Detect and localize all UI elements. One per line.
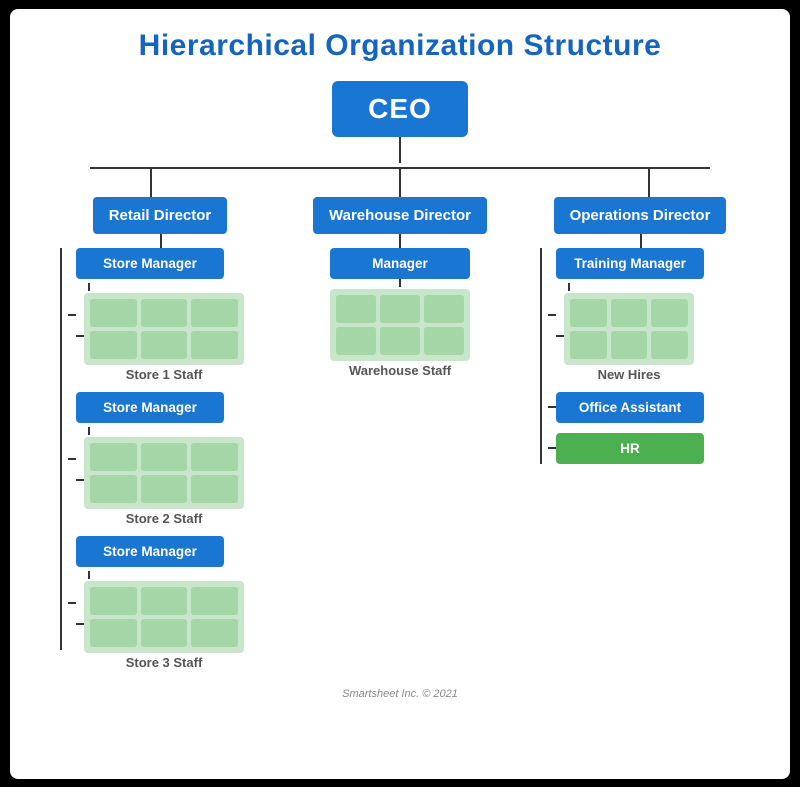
- ops-tick1: [548, 314, 556, 316]
- store-manager-1-row: Store Manager Store: [68, 248, 244, 382]
- retail-col: Retail Director Store Manager: [60, 197, 260, 670]
- training-manager-row: Training Manager New: [548, 248, 704, 382]
- store1-staff-grid: [84, 293, 244, 365]
- store-manager-2-row: Store Manager Store: [68, 392, 244, 526]
- store-manager-2-node: Store Manager: [76, 392, 224, 423]
- office-assistant-row: Office Assistant: [548, 392, 704, 423]
- store1-staff-wrap: Store 1 Staff: [84, 293, 244, 382]
- ops-tick3: [548, 447, 556, 449]
- retail-bracket-items: Store Manager Store: [68, 248, 244, 670]
- store3-staff-grid: [84, 581, 244, 653]
- store-manager-3-node: Store Manager: [76, 536, 224, 567]
- tick3: [68, 602, 76, 604]
- office-assistant-node: Office Assistant: [556, 392, 704, 423]
- warehouse-manager-node: Manager: [330, 248, 470, 279]
- newhires-grid: [564, 293, 694, 365]
- warehouse-col: Warehouse Director Manager Warehouse Sta…: [310, 197, 490, 378]
- warehouse-staff-wrap: Warehouse Staff: [330, 289, 470, 378]
- ceo-row: CEO: [332, 81, 468, 163]
- training-manager-node: Training Manager: [556, 248, 704, 279]
- ops-bracket-line: [540, 248, 542, 464]
- tick1: [68, 314, 76, 316]
- store-manager-3-row: Store Manager Store: [68, 536, 244, 670]
- tick2: [68, 458, 76, 460]
- warehouse-director-node: Warehouse Director: [313, 197, 487, 234]
- page: Hierarchical Organization Structure CEO …: [10, 9, 790, 779]
- ceo-node: CEO: [332, 81, 468, 137]
- warehouse-staff-grid: [330, 289, 470, 361]
- store2-staff-label: Store 2 Staff: [126, 511, 203, 526]
- retail-bracket-line: [60, 248, 62, 650]
- store3-staff-label: Store 3 Staff: [126, 655, 203, 670]
- ops-children: Training Manager New: [540, 248, 704, 464]
- ops-tick2: [548, 406, 556, 408]
- ops-bracket-items: Training Manager New: [548, 248, 704, 464]
- ops-director-node: Operations Director: [554, 197, 727, 234]
- hr-node: HR: [556, 433, 704, 464]
- ops-col: Operations Director Training Manager: [540, 197, 740, 464]
- org-chart: CEO Retail Director: [30, 81, 770, 670]
- newhires-label: New Hires: [598, 367, 661, 382]
- store2-staff-grid: [84, 437, 244, 509]
- store1-staff-label: Store 1 Staff: [126, 367, 203, 382]
- h-connector-bar: [90, 167, 710, 169]
- retail-director-node: Retail Director: [93, 197, 228, 234]
- store2-staff-wrap: Store 2 Staff: [84, 437, 244, 526]
- hr-row: HR: [548, 433, 704, 464]
- store3-staff-wrap: Store 3 Staff: [84, 581, 244, 670]
- footer-text: Smartsheet Inc. © 2021: [342, 688, 458, 700]
- warehouse-staff-label: Warehouse Staff: [349, 363, 451, 378]
- page-title: Hierarchical Organization Structure: [139, 29, 662, 63]
- store-manager-1-node: Store Manager: [76, 248, 224, 279]
- retail-children: Store Manager Store: [60, 248, 244, 670]
- newhires-wrap: New Hires: [564, 293, 694, 382]
- director-row: Retail Director Store Manager: [60, 197, 740, 670]
